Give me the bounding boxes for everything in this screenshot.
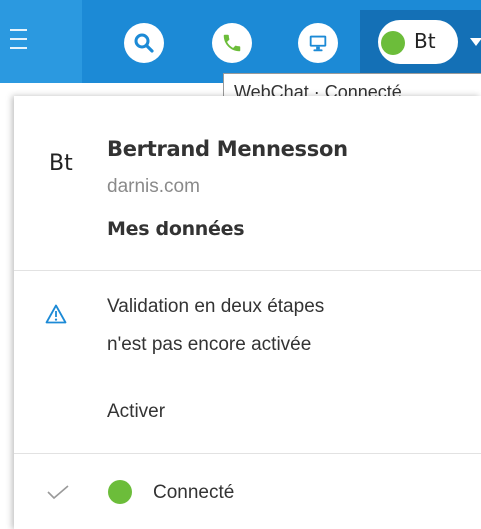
profile-initials: Bt: [49, 151, 73, 176]
status-label: Connecté: [153, 482, 235, 503]
profile-name: Bertrand Mennesson: [107, 137, 348, 161]
call-button[interactable]: [212, 23, 252, 63]
chevron-down-icon[interactable]: [470, 38, 481, 46]
menu-button[interactable]: [0, 0, 82, 83]
top-toolbar: Bt: [0, 0, 481, 83]
search-icon: [134, 33, 154, 53]
search-button[interactable]: [124, 23, 164, 63]
profile-domain: darnis.com: [107, 176, 200, 197]
hamburger-icon: [10, 29, 27, 49]
account-dropdown: Bt Bertrand Mennesson darnis.com Mes don…: [14, 96, 481, 529]
online-status-dot: [381, 31, 405, 55]
two-factor-warning-line2: n'est pas encore activée: [107, 334, 312, 355]
phone-icon: [223, 34, 241, 52]
screen-share-button[interactable]: [298, 23, 338, 63]
two-factor-warning-line1: Validation en deux étapes: [107, 296, 325, 317]
warning-triangle-icon: [45, 304, 67, 324]
status-tooltip: WebChat · Connecté: [223, 73, 481, 97]
divider: [14, 453, 481, 454]
status-dot: [108, 480, 132, 504]
activate-two-factor-link[interactable]: Activer: [107, 401, 165, 423]
divider: [14, 270, 481, 271]
avatar-initials: Bt: [414, 29, 436, 53]
monitor-icon: [309, 35, 327, 52]
check-icon: [47, 485, 69, 500]
my-data-link[interactable]: Mes données: [107, 218, 245, 240]
